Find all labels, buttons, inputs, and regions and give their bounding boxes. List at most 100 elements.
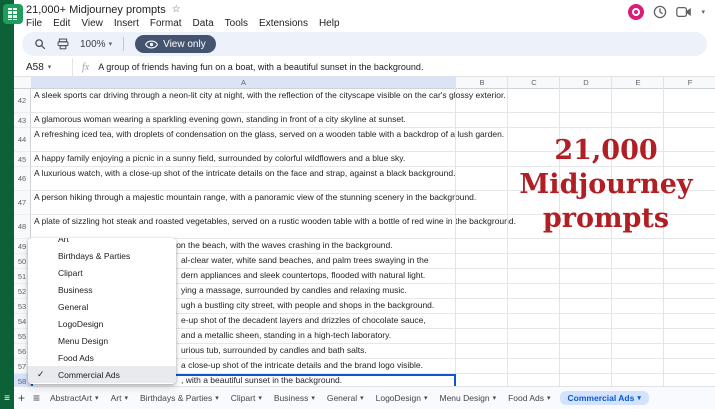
column-header-e[interactable]: E: [612, 77, 664, 88]
sheet-menu-item-general[interactable]: General: [28, 298, 176, 315]
cell-text: dern appliances and sleek countertops, f…: [181, 270, 426, 280]
strip-menu-icon[interactable]: ≡: [0, 394, 14, 404]
zoom-control[interactable]: 100% ▾: [80, 39, 112, 50]
sheet-menu-item-clipart[interactable]: Clipart: [28, 264, 176, 281]
toolbar-wrap: 100% ▾ View only: [14, 30, 715, 58]
column-header-b[interactable]: B: [456, 77, 508, 88]
menubar-item-view[interactable]: View: [81, 18, 103, 29]
tab-commercial-ads[interactable]: Commercial Ads ▾: [559, 391, 649, 405]
tab-label: Menu Design: [439, 393, 490, 403]
sheet-menu-item-logodesign[interactable]: LogoDesign: [28, 315, 176, 332]
tab-menu-design[interactable]: Menu Design ▾: [434, 391, 503, 405]
sheet-menu-label: Menu Design: [58, 335, 109, 346]
tab-label: Commercial Ads: [567, 393, 635, 403]
menubar-item-extensions[interactable]: Extensions: [259, 18, 308, 29]
promo-headline: 21,000 Midjourney prompts: [501, 134, 711, 236]
cell-text: A luxurious watch, with a close-up shot …: [34, 168, 456, 178]
column-header-c[interactable]: C: [508, 77, 560, 88]
history-clock-icon[interactable]: [653, 5, 667, 19]
recorder-avatar-icon[interactable]: [628, 4, 645, 20]
topright-icons: ▾: [628, 4, 705, 20]
chevron-down-icon: ▾: [47, 63, 52, 71]
tab-art[interactable]: Art ▾: [105, 391, 134, 405]
doc-title[interactable]: 21,000+ Midjourney prompts: [26, 4, 166, 16]
chevron-down-icon: ▾: [215, 394, 219, 402]
sheet-menu-item-commercial-ads[interactable]: ✓ Commercial Ads: [28, 366, 176, 383]
tab-label: Food Ads: [508, 393, 545, 403]
menubar-item-data[interactable]: Data: [193, 18, 214, 29]
menubar: File Edit View Insert Format Data Tools Extensi…: [14, 16, 715, 29]
tab-logodesign[interactable]: LogoDesign ▾: [370, 391, 434, 405]
row-number[interactable]: 45: [14, 152, 31, 167]
cell-text: ying a massage, surrounded by candles an…: [181, 285, 407, 295]
tab-business[interactable]: Business ▾: [268, 391, 321, 405]
tab-label: Birthdays & Parties: [139, 393, 213, 403]
camera-icon[interactable]: [676, 6, 692, 18]
sheet-grid-glyph: [8, 8, 18, 20]
menubar-item-help[interactable]: Help: [319, 18, 340, 29]
row-number[interactable]: 46: [14, 167, 31, 191]
menubar-item-insert[interactable]: Insert: [114, 18, 139, 29]
sheets-logo-icon[interactable]: [3, 4, 23, 24]
sheet-menu-label: General: [58, 301, 89, 312]
sheet-menu-label: Commercial Ads: [58, 369, 120, 380]
column-header-a[interactable]: A: [31, 77, 456, 88]
menubar-item-file[interactable]: File: [26, 18, 42, 29]
sheet-menu-label: Clipart: [58, 267, 83, 278]
sheet-menu-item-food-ads[interactable]: Food Ads: [28, 349, 176, 366]
view-only-label: View only: [163, 38, 206, 50]
column-header-f[interactable]: F: [664, 77, 715, 88]
chevron-down-icon: ▾: [124, 394, 128, 402]
sheet-menu-item-art[interactable]: Art: [28, 238, 176, 247]
row-number[interactable]: 43: [14, 113, 31, 128]
sheet-menu-item-business[interactable]: Business: [28, 281, 176, 298]
cell-reference: A58: [26, 61, 44, 73]
cell-text: A sleek sports car driving through a neo…: [34, 90, 506, 100]
promo-line: prompts: [542, 203, 670, 234]
chevron-down-icon: ▾: [95, 394, 99, 402]
table-row: 42 A sleek sports car driving through a n…: [14, 89, 715, 113]
add-sheet-button[interactable]: +: [14, 392, 29, 404]
tab-food-ads[interactable]: Food Ads ▾: [502, 391, 556, 405]
tab-label: AbstractArt: [50, 393, 93, 403]
name-box[interactable]: A58 ▾: [14, 58, 73, 76]
sheet-menu-item-menu-design[interactable]: Menu Design: [28, 332, 176, 349]
tab-label: Art: [110, 393, 122, 403]
cell-text: A glamorous woman wearing a sparkling ev…: [34, 114, 406, 124]
print-icon[interactable]: [57, 38, 69, 50]
star-icon[interactable]: ☆: [172, 4, 181, 15]
toolbar-divider: [123, 37, 125, 51]
chevron-down-icon[interactable]: ▾: [701, 9, 705, 16]
cell-text: , with a beautiful sunset in the backgro…: [181, 375, 343, 385]
all-sheets-menu: Art Birthdays & Parties Clipart Business Gen…: [28, 238, 176, 384]
left-green-strip: ≡: [0, 0, 23, 409]
chevron-down-icon: ▾: [108, 40, 113, 48]
tab-general[interactable]: General ▾: [321, 391, 370, 405]
tab-label: Clipart: [230, 393, 256, 403]
titlebar: 21,000+ Midjourney prompts ☆ File Edit Vie…: [14, 0, 715, 30]
row-number[interactable]: 42: [14, 89, 31, 113]
promo-line: 21,000: [554, 135, 658, 166]
sheet-menu-item-birthdays-parties[interactable]: Birthdays & Parties: [28, 247, 176, 264]
tab-clipart[interactable]: Clipart ▾: [225, 391, 268, 405]
all-sheets-button[interactable]: ≡: [29, 392, 44, 404]
tab-abstractart[interactable]: AbstractArt ▾: [44, 391, 105, 405]
formula-input[interactable]: A group of friends having fun on a boat,…: [98, 62, 423, 72]
menubar-item-edit[interactable]: Edit: [53, 18, 70, 29]
view-only-button[interactable]: View only: [135, 35, 216, 53]
cell-A43[interactable]: A glamorous woman wearing a sparkling ev…: [31, 113, 715, 128]
row-number[interactable]: 47: [14, 191, 31, 215]
menubar-item-tools[interactable]: Tools: [225, 18, 248, 29]
tab-label: Business: [273, 393, 309, 403]
search-icon[interactable]: [34, 38, 46, 50]
sheet-menu-label: Birthdays & Parties: [58, 250, 131, 261]
tab-birthdays-parties[interactable]: Birthdays & Parties ▾: [134, 391, 225, 405]
eye-icon: [145, 40, 159, 49]
cell-text: A refreshing iced tea, with droplets of …: [34, 129, 505, 139]
row-number[interactable]: 44: [14, 128, 31, 152]
cell-A42[interactable]: A sleek sports car driving through a neo…: [31, 89, 715, 113]
row-number[interactable]: 48: [14, 215, 31, 239]
tabs-list: AbstractArt ▾ Art ▾ Birthdays & Parties ▾ Clip…: [44, 391, 652, 405]
column-header-d[interactable]: D: [560, 77, 612, 88]
menubar-item-format[interactable]: Format: [150, 18, 182, 29]
